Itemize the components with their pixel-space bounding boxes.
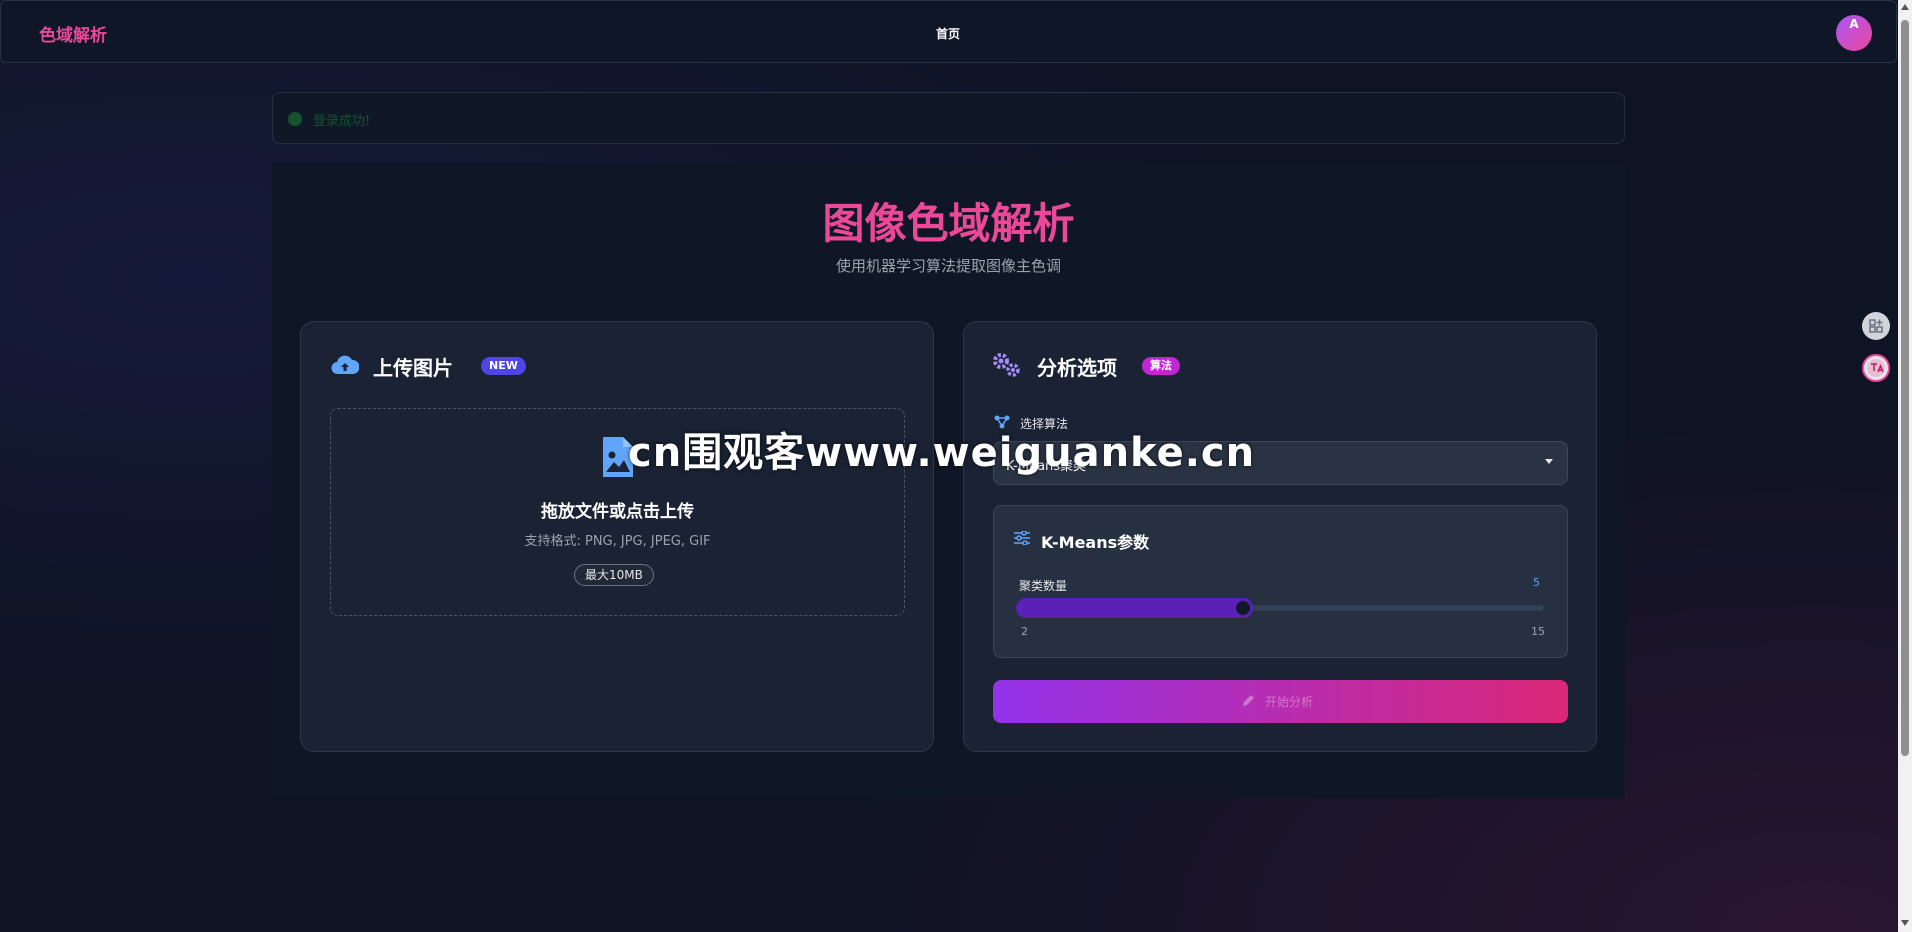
cluster-count-label: 聚类数量 <box>1019 579 1068 593</box>
translate-icon[interactable] <box>1862 354 1890 382</box>
cluster-count-value: 5 <box>1533 576 1540 589</box>
upload-card: 上传图片 NEW 拖放文件或点击上传 支持格式: PNG, JPG, JPEG,… <box>300 321 934 752</box>
cloud-upload-icon <box>331 355 359 375</box>
params-title: K-Means参数 <box>1041 533 1150 552</box>
success-alert: 登录成功! <box>272 92 1625 144</box>
top-navbar: 色域解析 首页 A <box>0 0 1897 63</box>
brand-logo[interactable]: 色域解析 <box>39 21 107 46</box>
cluster-slider[interactable] <box>1016 598 1544 618</box>
options-card-title: 分析选项 <box>1037 356 1117 380</box>
sliders-icon <box>1014 531 1030 545</box>
apps-icon[interactable] <box>1862 312 1890 340</box>
dropzone-title: 拖放文件或点击上传 <box>541 502 694 522</box>
scroll-thumb[interactable] <box>1901 20 1909 756</box>
page-title: 图像色域解析 <box>822 199 1075 248</box>
page-subtitle: 使用机器学习算法提取图像主色调 <box>835 257 1061 275</box>
start-analysis-button[interactable]: 开始分析 <box>993 680 1568 723</box>
user-avatar[interactable]: A <box>1836 15 1872 51</box>
check-circle-icon <box>288 112 302 126</box>
cluster-slider-fill <box>1016 598 1253 618</box>
supported-formats: 支持格式: PNG, JPG, JPEG, GIF <box>524 534 711 549</box>
cluster-slider-thumb[interactable] <box>1233 598 1253 618</box>
upload-card-title: 上传图片 <box>373 356 453 380</box>
gears-icon <box>993 353 1020 377</box>
algorithm-badge: 算法 <box>1142 357 1180 375</box>
nav-home-link[interactable]: 首页 <box>936 25 960 42</box>
scroll-up-arrow-icon[interactable] <box>1901 4 1909 10</box>
options-card: 分析选项 算法 选择算法 K-Means聚类 K-Means参数 聚类数量 5 … <box>963 321 1597 752</box>
start-analysis-label: 开始分析 <box>1265 695 1314 709</box>
slider-min-label: 2 <box>1021 625 1028 638</box>
pencil-icon <box>1243 695 1254 706</box>
alert-message: 登录成功! <box>313 114 371 129</box>
slider-max-label: 15 <box>1531 625 1545 638</box>
kmeans-params-box: K-Means参数 聚类数量 5 2 15 <box>993 505 1568 658</box>
chevron-down-icon <box>1545 459 1553 464</box>
scroll-down-arrow-icon[interactable] <box>1901 920 1909 926</box>
max-size-badge: 最大10MB <box>574 564 654 586</box>
new-badge: NEW <box>481 357 526 375</box>
watermark: cn围观客www.weiguanke.cn <box>628 430 1256 476</box>
